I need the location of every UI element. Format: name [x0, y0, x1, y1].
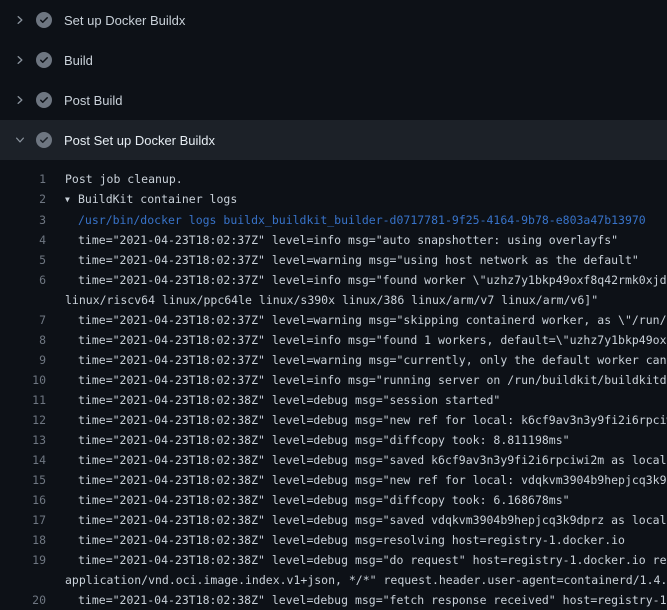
log-text: time="2021-04-23T18:02:37Z" level=info m…: [65, 370, 667, 390]
chevron-right-icon: [12, 12, 28, 28]
log-line: 11 time="2021-04-23T18:02:38Z" level=debu…: [0, 390, 667, 410]
line-number[interactable]: 6: [0, 270, 46, 290]
steps-list: Set up Docker Buildx Build Post Build: [0, 0, 667, 160]
check-circle-icon: [36, 52, 52, 68]
log-text: time="2021-04-23T18:02:38Z" level=debug …: [65, 550, 667, 570]
log-text: time="2021-04-23T18:02:37Z" level=info m…: [65, 330, 667, 350]
log-text: time="2021-04-23T18:02:37Z" level=warnin…: [65, 310, 667, 330]
log-line: 3/usr/bin/docker logs buildx_buildkit_bu…: [0, 210, 667, 230]
log-line: 13 time="2021-04-23T18:02:38Z" level=debu…: [0, 430, 667, 450]
log-line: 19 time="2021-04-23T18:02:38Z" level=debu…: [0, 550, 667, 570]
line-number[interactable]: 20: [0, 590, 46, 610]
log-text: linux/riscv64 linux/ppc64le linux/s390x …: [65, 290, 667, 310]
log-text: time="2021-04-23T18:02:38Z" level=debug …: [65, 410, 667, 430]
log-text: time="2021-04-23T18:02:38Z" level=debug …: [65, 530, 667, 550]
line-number[interactable]: 18: [0, 530, 46, 550]
line-number[interactable]: 13: [0, 430, 46, 450]
log-line: 17 time="2021-04-23T18:02:38Z" level=debu…: [0, 510, 667, 530]
check-circle-icon: [36, 92, 52, 108]
chevron-right-icon: [12, 52, 28, 68]
log-area: 1 Post job cleanup. 2 ▼BuildKit container l…: [0, 160, 667, 610]
log-line: application/vnd.oci.image.index.v1+json,…: [0, 570, 667, 590]
log-text: time="2021-04-23T18:02:37Z" level=info m…: [65, 270, 667, 290]
line-number[interactable]: 19: [0, 550, 46, 570]
log-line: 2 ▼BuildKit container logs: [0, 189, 667, 210]
log-text: time="2021-04-23T18:02:37Z" level=info m…: [65, 230, 667, 250]
log-line: 14 time="2021-04-23T18:02:38Z" level=debu…: [0, 450, 667, 470]
step-title: Post Build: [64, 93, 123, 108]
step-build[interactable]: Build: [0, 40, 667, 80]
log-text: time="2021-04-23T18:02:38Z" level=debug …: [65, 490, 667, 510]
log-line: 1 Post job cleanup.: [0, 169, 667, 189]
log-line: 12 time="2021-04-23T18:02:38Z" level=debu…: [0, 410, 667, 430]
step-set-up-docker-buildx[interactable]: Set up Docker Buildx: [0, 0, 667, 40]
line-number[interactable]: 3: [0, 210, 46, 230]
line-number[interactable]: 9: [0, 350, 46, 370]
line-number[interactable]: 7: [0, 310, 46, 330]
group-caret-icon: ▼: [65, 190, 78, 210]
log-text: time="2021-04-23T18:02:37Z" level=warnin…: [65, 250, 667, 270]
log-group-toggle[interactable]: ▼BuildKit container logs: [65, 189, 667, 210]
check-circle-icon: [36, 132, 52, 148]
log-text: time="2021-04-23T18:02:38Z" level=debug …: [65, 510, 667, 530]
log-text: application/vnd.oci.image.index.v1+json,…: [65, 570, 667, 590]
step-post-set-up-docker-buildx[interactable]: Post Set up Docker Buildx: [0, 120, 667, 160]
line-number[interactable]: 15: [0, 470, 46, 490]
line-number[interactable]: 12: [0, 410, 46, 430]
line-number[interactable]: 17: [0, 510, 46, 530]
log-line: 6 time="2021-04-23T18:02:37Z" level=info …: [0, 270, 667, 290]
line-number[interactable]: 4: [0, 230, 46, 250]
log-line: 8 time="2021-04-23T18:02:37Z" level=info …: [0, 330, 667, 350]
log-text: time="2021-04-23T18:02:38Z" level=debug …: [65, 450, 667, 470]
line-number[interactable]: 16: [0, 490, 46, 510]
line-number[interactable]: 5: [0, 250, 46, 270]
log-line: 20 time="2021-04-23T18:02:38Z" level=debu…: [0, 590, 667, 610]
log-command-text: /usr/bin/docker logs buildx_buildkit_bui…: [65, 210, 667, 230]
line-number[interactable]: 1: [0, 169, 46, 189]
line-number[interactable]: 11: [0, 390, 46, 410]
log-line: linux/riscv64 linux/ppc64le linux/s390x …: [0, 290, 667, 310]
log-line: 18 time="2021-04-23T18:02:38Z" level=debu…: [0, 530, 667, 550]
log-line: 5 time="2021-04-23T18:02:37Z" level=warni…: [0, 250, 667, 270]
step-title: Post Set up Docker Buildx: [64, 133, 215, 148]
log-line: 10 time="2021-04-23T18:02:37Z" level=info…: [0, 370, 667, 390]
step-title: Set up Docker Buildx: [64, 13, 185, 28]
step-post-build[interactable]: Post Build: [0, 80, 667, 120]
log-line: 16 time="2021-04-23T18:02:38Z" level=debu…: [0, 490, 667, 510]
log-text: Post job cleanup.: [65, 169, 667, 189]
line-number: [0, 570, 46, 590]
log-line: 4 time="2021-04-23T18:02:37Z" level=info …: [0, 230, 667, 250]
line-number[interactable]: 2: [0, 189, 46, 210]
log-text: time="2021-04-23T18:02:38Z" level=debug …: [65, 470, 667, 490]
step-title: Build: [64, 53, 93, 68]
log-line: 7 time="2021-04-23T18:02:37Z" level=warni…: [0, 310, 667, 330]
log-line: 9 time="2021-04-23T18:02:37Z" level=warni…: [0, 350, 667, 370]
log-text: time="2021-04-23T18:02:37Z" level=warnin…: [65, 350, 667, 370]
log-text: time="2021-04-23T18:02:38Z" level=debug …: [65, 590, 667, 610]
log-line: 15 time="2021-04-23T18:02:38Z" level=debu…: [0, 470, 667, 490]
log-text: time="2021-04-23T18:02:38Z" level=debug …: [65, 430, 667, 450]
line-number[interactable]: 14: [0, 450, 46, 470]
check-circle-icon: [36, 12, 52, 28]
chevron-right-icon: [12, 92, 28, 108]
workflow-log-viewer: Set up Docker Buildx Build Post Build: [0, 0, 667, 610]
line-number[interactable]: 8: [0, 330, 46, 350]
line-number: [0, 290, 46, 310]
line-number[interactable]: 10: [0, 370, 46, 390]
chevron-down-icon: [12, 132, 28, 148]
log-text: time="2021-04-23T18:02:38Z" level=debug …: [65, 390, 667, 410]
